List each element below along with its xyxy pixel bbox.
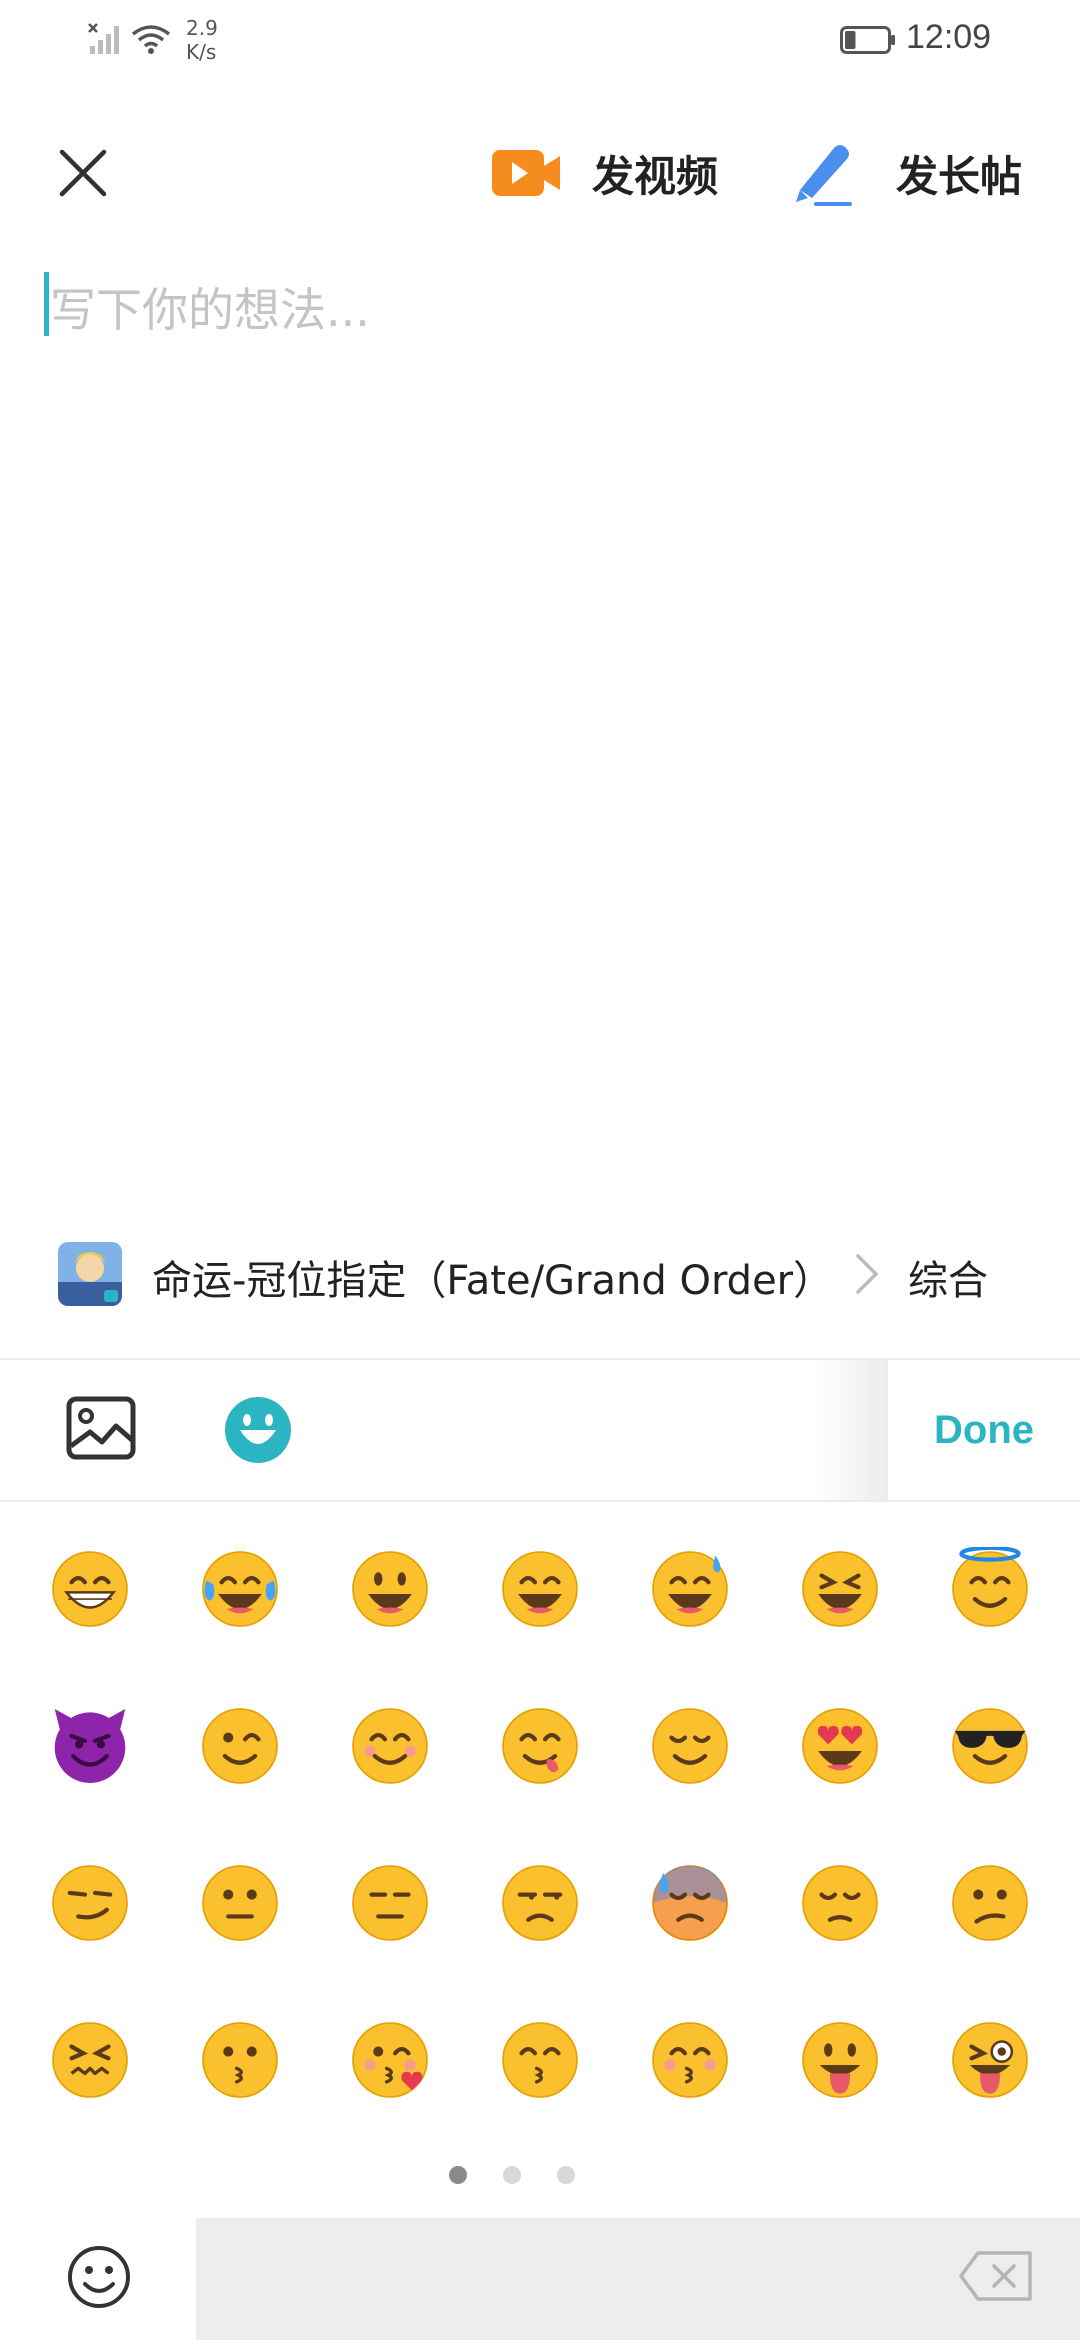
- kissing-closed-eyes-icon: [652, 2021, 728, 2098]
- done-button[interactable]: Done: [888, 1360, 1080, 1500]
- clock: 12:09: [906, 18, 992, 56]
- sweat-smile-icon: [652, 1550, 728, 1627]
- toolbar-fade: [816, 1360, 888, 1500]
- emoji-kissing-heart[interactable]: [315, 1981, 465, 2138]
- emoji-big-smile[interactable]: [465, 1510, 615, 1667]
- emoji-sunglasses[interactable]: [915, 1667, 1065, 1824]
- confused-icon: [952, 1864, 1028, 1941]
- emoji-expressionless[interactable]: [315, 1824, 465, 1981]
- pensive-icon: [802, 1864, 878, 1941]
- emoji-bottom-area: [196, 2218, 1080, 2340]
- emoji-sweat-smile[interactable]: [615, 1510, 765, 1667]
- emoji-kissing[interactable]: [165, 1981, 315, 2138]
- big-smile-icon: [502, 1550, 578, 1627]
- halo-icon: [952, 1546, 1028, 1627]
- emoji-kissing-closed-eyes[interactable]: [615, 1981, 765, 2138]
- emoji-tongue-wink[interactable]: [915, 1981, 1065, 2138]
- forum-name: 命运-冠位指定（Fate/Grand Order）: [152, 1258, 834, 1304]
- tongue-wink-icon: [952, 2021, 1028, 2098]
- page-dot-3[interactable]: [557, 2166, 575, 2184]
- divider: [0, 1500, 1080, 1502]
- emoji-kissing-smiling-eyes[interactable]: [465, 1981, 615, 2138]
- emoji-tongue-out[interactable]: [765, 1981, 915, 2138]
- emoji-neutral[interactable]: [165, 1824, 315, 1981]
- smiley-outline-icon: [68, 2246, 130, 2308]
- emoji-relieved[interactable]: [615, 1667, 765, 1824]
- grinning-teeth-icon: [52, 1550, 128, 1627]
- neutral-icon: [202, 1864, 278, 1941]
- forum-category: 综合: [908, 1258, 988, 1304]
- forum-avatar: [58, 1242, 122, 1306]
- emoji-grinning-teeth[interactable]: [15, 1510, 165, 1667]
- expressionless-icon: [352, 1864, 428, 1941]
- emoji-pensive[interactable]: [765, 1824, 915, 1981]
- post-placeholder: 写下你的想法...: [50, 283, 370, 337]
- cold-sweat-icon: [652, 1864, 728, 1941]
- pen-icon: [796, 145, 852, 206]
- kissing-icon: [202, 2021, 278, 2098]
- post-long-article-button[interactable]: 发长帖: [790, 130, 1050, 216]
- smiling-imp-icon: [54, 1708, 126, 1783]
- blush-icon: [352, 1707, 428, 1784]
- emoji-cold-sweat[interactable]: [615, 1824, 765, 1981]
- post-text-input[interactable]: 写下你的想法...: [44, 268, 1034, 348]
- yum-icon: [502, 1707, 578, 1784]
- laughing-icon: [802, 1550, 878, 1627]
- forum-selector[interactable]: 命运-冠位指定（Fate/Grand Order） 综合: [0, 1228, 1080, 1318]
- chevron-right-icon: [856, 1254, 879, 1294]
- close-button[interactable]: [40, 130, 126, 216]
- emoji-smirk[interactable]: [15, 1824, 165, 1981]
- smirk-icon: [52, 1864, 128, 1941]
- emoji-smiley[interactable]: [315, 1510, 465, 1667]
- emoji-unamused[interactable]: [465, 1824, 615, 1981]
- unamused-icon: [502, 1864, 578, 1941]
- battery-icon: [840, 26, 895, 54]
- heart-eyes-icon: [802, 1707, 878, 1784]
- page-indicator: [0, 2160, 1080, 2190]
- backspace-icon[interactable]: [958, 2250, 1034, 2302]
- emoji-bottom-bar: [0, 2218, 1080, 2340]
- post-video-button[interactable]: 发视频: [490, 130, 740, 216]
- emoji-blush[interactable]: [315, 1667, 465, 1824]
- confounded-icon: [52, 2021, 128, 2098]
- page-dot-2[interactable]: [503, 2166, 521, 2184]
- text-cursor: [44, 272, 49, 336]
- emoji-confused[interactable]: [915, 1824, 1065, 1981]
- compose-toolbar: Done: [0, 1360, 1080, 1500]
- video-camera-icon: [492, 150, 560, 196]
- relieved-icon: [652, 1707, 728, 1784]
- emoji-heart-eyes[interactable]: [765, 1667, 915, 1824]
- emoji-confounded[interactable]: [15, 1981, 165, 2138]
- status-bar: 2.9 K/s 12:09: [0, 0, 1080, 80]
- close-icon: [59, 149, 107, 197]
- post-video-label: 发视频: [592, 151, 719, 201]
- wifi-icon: [131, 25, 171, 54]
- emoji-keyboard-icon[interactable]: [224, 1396, 292, 1464]
- tongue-out-icon: [802, 2021, 878, 2098]
- wink-icon: [202, 1707, 278, 1784]
- emoji-category-tab[interactable]: [0, 2218, 196, 2340]
- emoji-wink[interactable]: [165, 1667, 315, 1824]
- no-signal-icon: [88, 23, 119, 54]
- post-long-article-label: 发长帖: [896, 151, 1023, 201]
- tears-of-joy-icon: [202, 1550, 278, 1627]
- network-speed: 2.9 K/s: [186, 16, 218, 64]
- emoji-yum[interactable]: [465, 1667, 615, 1824]
- emoji-grid: [0, 1510, 1080, 2140]
- emoji-laughing[interactable]: [765, 1510, 915, 1667]
- page-dot-1[interactable]: [449, 2166, 467, 2184]
- kissing-heart-icon: [352, 2021, 428, 2098]
- emoji-halo[interactable]: [915, 1510, 1065, 1667]
- image-icon[interactable]: [66, 1396, 136, 1460]
- emoji-smiling-imp[interactable]: [15, 1667, 165, 1824]
- sunglasses-icon: [952, 1707, 1028, 1784]
- smiley-icon: [352, 1550, 428, 1627]
- emoji-tears-of-joy[interactable]: [165, 1510, 315, 1667]
- kissing-smiling-eyes-icon: [502, 2021, 578, 2098]
